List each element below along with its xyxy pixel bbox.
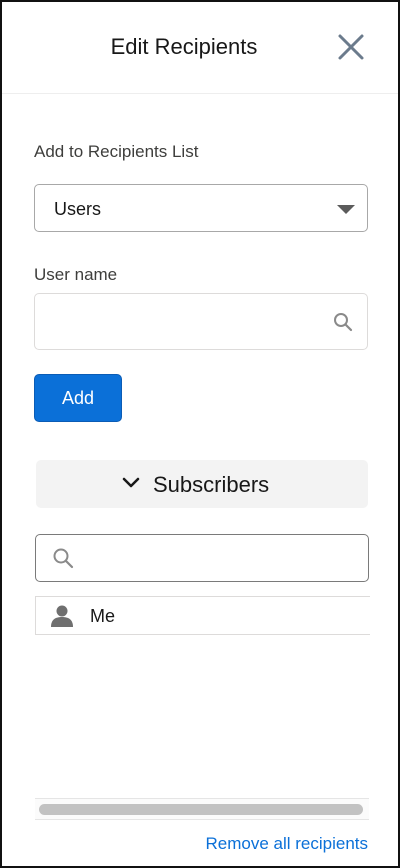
close-icon bbox=[338, 34, 364, 60]
user-name-input[interactable] bbox=[35, 294, 325, 349]
subscribers-list: Me bbox=[35, 596, 370, 635]
search-icon bbox=[53, 548, 74, 569]
add-button[interactable]: Add bbox=[34, 374, 122, 422]
recipients-list-label: Add to Recipients List bbox=[34, 142, 199, 161]
chevron-down-icon bbox=[122, 477, 140, 488]
subscribers-filter-input[interactable] bbox=[82, 535, 362, 581]
chevron-down-icon bbox=[337, 205, 355, 214]
user-icon bbox=[51, 605, 73, 627]
recipients-list-select-value: Users bbox=[54, 199, 102, 219]
recipients-list-select[interactable]: Users bbox=[34, 184, 368, 232]
search-icon bbox=[334, 313, 353, 332]
scrollbar-thumb[interactable] bbox=[39, 804, 363, 815]
close-button[interactable] bbox=[336, 32, 366, 62]
list-item-label: Me bbox=[90, 606, 116, 626]
subscribers-filter-field bbox=[35, 534, 369, 582]
list-item[interactable]: Me bbox=[36, 597, 371, 634]
horizontal-scrollbar[interactable] bbox=[35, 798, 369, 820]
remove-all-recipients-link[interactable]: Remove all recipients bbox=[205, 834, 368, 854]
panel-header: Edit Recipients bbox=[2, 2, 398, 94]
panel-title: Edit Recipients bbox=[110, 34, 258, 59]
edit-recipients-panel: Edit Recipients Add to Recipients List U… bbox=[0, 0, 400, 868]
subscribers-section-toggle[interactable]: Subscribers bbox=[36, 460, 368, 508]
user-name-label: User name bbox=[34, 265, 118, 284]
subscribers-section-title: Subscribers bbox=[153, 472, 270, 497]
user-name-field bbox=[34, 293, 368, 350]
